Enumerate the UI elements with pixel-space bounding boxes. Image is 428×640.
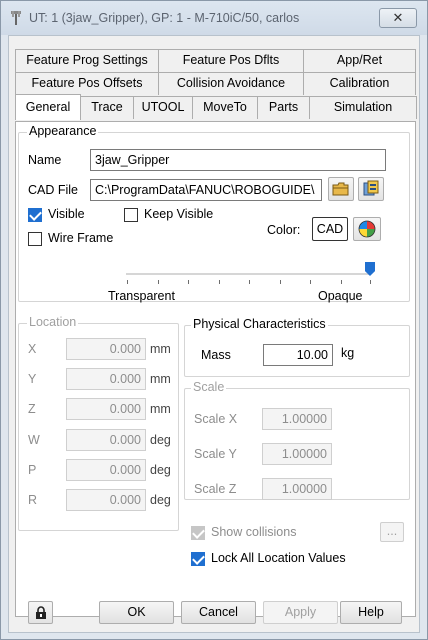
slider-track	[126, 273, 370, 275]
mass-label: Mass	[201, 348, 231, 362]
location-label-w: W	[28, 433, 40, 447]
scale-y-label: Scale Y	[194, 447, 237, 461]
location-unit-w: deg	[150, 433, 171, 447]
close-icon: ✕	[392, 10, 404, 25]
slider-tick	[188, 280, 189, 284]
visible-checkbox[interactable]	[28, 208, 42, 222]
location-unit-y: mm	[150, 372, 171, 386]
general-tab-panel: Appearance Name 3jaw_Gripper CAD File C:…	[15, 121, 416, 617]
slider-tick	[219, 280, 220, 284]
keep-visible-checkbox[interactable]	[124, 208, 138, 222]
tab-feature-pos-offsets[interactable]: Feature Pos Offsets	[15, 72, 159, 95]
tab-general[interactable]: General	[15, 94, 81, 120]
cad-library-button[interactable]	[358, 177, 384, 201]
scale-z-input[interactable]: 1.00000	[262, 478, 332, 500]
name-input[interactable]: 3jaw_Gripper	[90, 149, 386, 171]
physical-characteristics-legend: Physical Characteristics	[191, 317, 328, 331]
cancel-button[interactable]: Cancel	[181, 601, 256, 624]
location-legend: Location	[27, 315, 79, 329]
show-collisions-checkbox[interactable]	[191, 526, 205, 540]
robot-tool-icon	[11, 11, 21, 25]
location-label-y: Y	[28, 372, 37, 386]
ok-button[interactable]: OK	[99, 601, 174, 624]
slider-tick	[127, 280, 128, 284]
name-label: Name	[28, 153, 62, 167]
title-bar: UT: 1 (3jaw_Gripper), GP: 1 - M-710iC/50…	[1, 1, 427, 35]
cad-file-input[interactable]: C:\ProgramData\FANUC\ROBOGUIDE\	[90, 179, 322, 201]
show-collisions-more-button[interactable]: ...	[380, 522, 404, 542]
location-unit-r: deg	[150, 493, 171, 507]
appearance-legend: Appearance	[27, 124, 99, 138]
tab-calibration[interactable]: Calibration	[303, 72, 416, 95]
dialog-window: UT: 1 (3jaw_Gripper), GP: 1 - M-710iC/50…	[0, 0, 428, 640]
color-label: Color:	[267, 223, 301, 237]
location-x-input[interactable]: 0.000	[66, 338, 146, 360]
mass-unit: kg	[341, 346, 355, 360]
wire-frame-label: Wire Frame	[48, 231, 114, 245]
scale-x-label: Scale X	[194, 412, 238, 426]
close-button[interactable]: ✕	[379, 8, 417, 28]
tab-collision-avoidance[interactable]: Collision Avoidance	[158, 72, 304, 95]
tab-parts[interactable]: Parts	[257, 96, 310, 119]
wire-frame-checkbox[interactable]	[28, 232, 42, 246]
location-y-input[interactable]: 0.000	[66, 368, 146, 390]
location-unit-x: mm	[150, 342, 171, 356]
tab-row-2: Feature Pos Offsets Collision Avoidance …	[15, 72, 416, 95]
color-picker-button[interactable]	[353, 217, 381, 241]
tab-simulation[interactable]: Simulation	[309, 96, 417, 119]
tab-feature-prog-settings[interactable]: Feature Prog Settings	[15, 49, 159, 72]
keep-visible-label: Keep Visible	[144, 207, 214, 221]
opaque-label: Opaque	[318, 289, 363, 303]
location-label-z: Z	[28, 402, 36, 416]
slider-tick	[158, 280, 159, 284]
tab-moveto[interactable]: MoveTo	[192, 96, 258, 119]
show-collisions-label: Show collisions	[211, 525, 297, 539]
tab-row-1: Feature Prog Settings Feature Pos Dflts …	[15, 49, 416, 72]
location-label-r: R	[28, 493, 38, 507]
dialog-client: Feature Prog Settings Feature Pos Dflts …	[8, 35, 420, 633]
cad-file-label: CAD File	[28, 183, 79, 197]
slider-tick	[370, 280, 371, 284]
scale-z-label: Scale Z	[194, 482, 237, 496]
color-wheel-icon	[358, 220, 376, 238]
location-r-input[interactable]: 0.000	[66, 489, 146, 511]
scale-x-input[interactable]: 1.00000	[262, 408, 332, 430]
transparent-label: Transparent	[108, 289, 175, 303]
tab-trace[interactable]: Trace	[80, 96, 134, 119]
lock-button[interactable]	[28, 601, 53, 624]
lock-location-checkbox[interactable]	[191, 552, 205, 566]
location-unit-z: mm	[150, 402, 171, 416]
location-label-x: X	[28, 342, 37, 356]
tab-row-3: General Trace UTOOL MoveTo Parts Simulat…	[15, 94, 417, 120]
location-p-input[interactable]: 0.000	[66, 459, 146, 481]
slider-tick	[310, 280, 311, 284]
cad-color-button[interactable]: CAD	[312, 217, 348, 241]
tab-feature-pos-dflts[interactable]: Feature Pos Dflts	[158, 49, 304, 72]
visible-label: Visible	[48, 207, 85, 221]
location-z-input[interactable]: 0.000	[66, 398, 146, 420]
folder-icon	[332, 182, 349, 196]
lock-location-label: Lock All Location Values	[211, 551, 346, 565]
window-title: UT: 1 (3jaw_Gripper), GP: 1 - M-710iC/50…	[29, 11, 300, 25]
scale-legend: Scale	[191, 380, 227, 394]
location-unit-p: deg	[150, 463, 171, 477]
tab-app-ret[interactable]: App/Ret	[303, 49, 416, 72]
lock-icon	[35, 605, 46, 619]
apply-button[interactable]: Apply	[263, 601, 338, 624]
location-w-input[interactable]: 0.000	[66, 429, 146, 451]
browse-cad-button[interactable]	[328, 177, 354, 201]
cad-library-icon	[363, 180, 379, 196]
slider-tick	[280, 280, 281, 284]
mass-input[interactable]: 10.00	[263, 344, 333, 366]
tab-utool[interactable]: UTOOL	[133, 96, 193, 119]
location-label-p: P	[28, 463, 37, 477]
slider-tick	[249, 280, 250, 284]
slider-tick	[341, 280, 342, 284]
scale-y-input[interactable]: 1.00000	[262, 443, 332, 465]
help-button[interactable]: Help	[340, 601, 402, 624]
